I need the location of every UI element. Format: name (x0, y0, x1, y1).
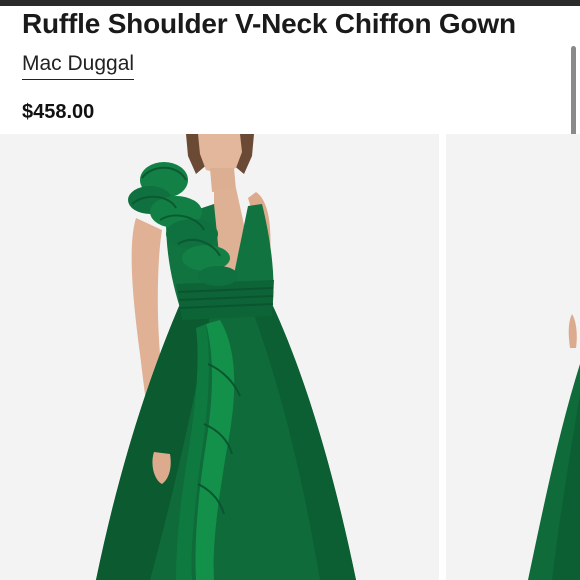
gown-front-illustration (0, 134, 439, 580)
image-gallery[interactable] (0, 134, 580, 580)
gown-front-image[interactable] (0, 134, 439, 580)
gown-side-illustration (446, 134, 580, 580)
product-price: $458.00 (22, 101, 95, 123)
product-title: Ruffle Shoulder V-Neck Chiffon Gown (22, 8, 516, 39)
top-bar (0, 0, 580, 6)
gown-side-image[interactable] (446, 134, 580, 580)
brand-link[interactable]: Mac Duggal (22, 52, 135, 80)
